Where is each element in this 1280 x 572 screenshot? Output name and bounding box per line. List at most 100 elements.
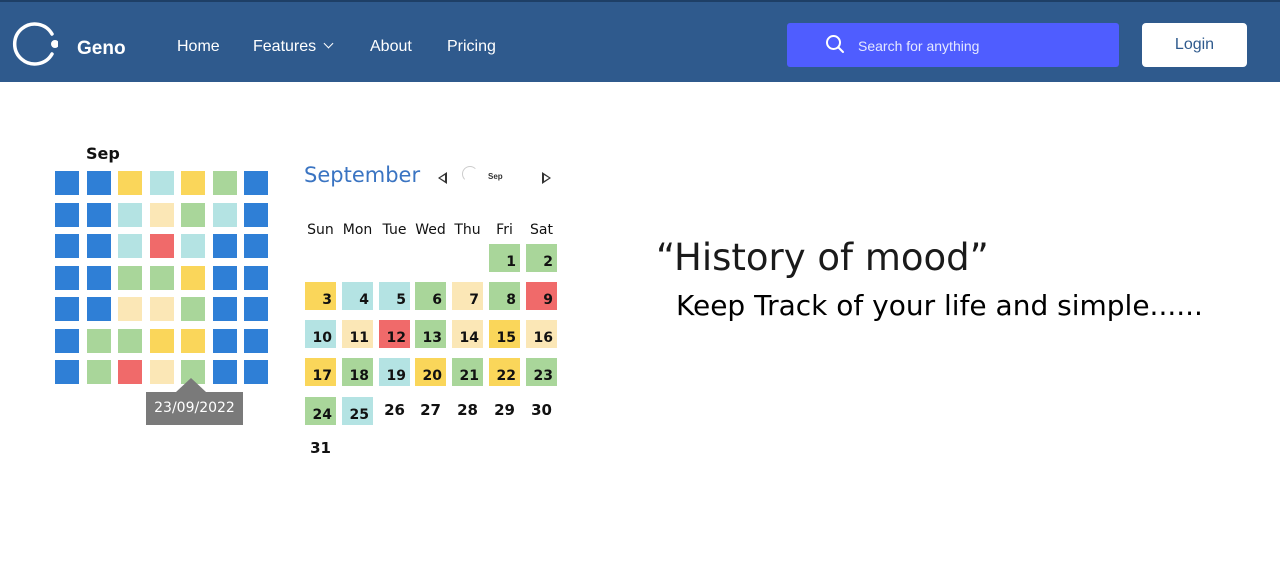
mood-cell[interactable] bbox=[212, 265, 237, 290]
weekday-label: Fri bbox=[496, 222, 513, 238]
mood-cell[interactable] bbox=[55, 328, 79, 353]
calendar-day[interactable]: 30 bbox=[526, 397, 557, 425]
mood-cell[interactable] bbox=[55, 171, 79, 195]
mood-cell[interactable] bbox=[212, 297, 237, 321]
mood-cell[interactable] bbox=[55, 265, 79, 290]
calendar-day[interactable]: 10 bbox=[305, 320, 336, 348]
calendar-day[interactable]: 23 bbox=[526, 358, 557, 386]
mood-cell[interactable] bbox=[118, 360, 142, 384]
mood-cell[interactable] bbox=[149, 328, 174, 353]
mood-cell[interactable] bbox=[86, 360, 111, 384]
nav-features-label: Features bbox=[253, 38, 317, 55]
calendar-day[interactable]: 11 bbox=[342, 320, 373, 348]
mood-cell[interactable] bbox=[86, 328, 111, 353]
mood-cell[interactable] bbox=[55, 202, 79, 227]
calendar-day[interactable]: 25 bbox=[342, 397, 373, 425]
mood-cell[interactable] bbox=[212, 234, 237, 258]
weekday-label: Mon bbox=[342, 222, 373, 238]
loading-spinner-icon bbox=[462, 166, 478, 182]
mood-cell[interactable] bbox=[181, 202, 205, 227]
mood-cell[interactable] bbox=[181, 234, 205, 258]
mood-cell[interactable] bbox=[149, 171, 174, 195]
calendar-day[interactable]: 9 bbox=[526, 282, 557, 310]
mood-cell[interactable] bbox=[244, 328, 268, 353]
calendar-day[interactable]: 5 bbox=[379, 282, 410, 310]
calendar-month-short: Sep bbox=[488, 172, 503, 181]
calendar-day[interactable]: 19 bbox=[379, 358, 410, 386]
mood-cell[interactable] bbox=[149, 202, 174, 227]
mood-cell[interactable] bbox=[212, 328, 237, 353]
mood-cell[interactable] bbox=[55, 297, 79, 321]
mood-cell[interactable] bbox=[118, 234, 142, 258]
calendar-day[interactable]: 7 bbox=[452, 282, 483, 310]
nav-features-link[interactable]: Features bbox=[253, 38, 334, 56]
calendar-day[interactable]: 14 bbox=[452, 320, 483, 348]
mood-cell[interactable] bbox=[181, 171, 205, 195]
logo-icon bbox=[13, 22, 58, 66]
mood-cell[interactable] bbox=[149, 234, 174, 258]
mood-cell[interactable] bbox=[86, 234, 111, 258]
calendar-day[interactable]: 22 bbox=[489, 358, 520, 386]
mood-cell[interactable] bbox=[244, 265, 268, 290]
calendar-day[interactable]: 2 bbox=[526, 244, 557, 272]
calendar-month-title: September bbox=[304, 163, 421, 187]
mood-cell[interactable] bbox=[244, 297, 268, 321]
mood-cell[interactable] bbox=[212, 360, 237, 384]
calendar-day[interactable]: 29 bbox=[489, 397, 520, 425]
mood-cell[interactable] bbox=[118, 328, 142, 353]
mood-cell[interactable] bbox=[244, 171, 268, 195]
mood-cell[interactable] bbox=[149, 265, 174, 290]
nav-pricing-link[interactable]: Pricing bbox=[447, 38, 496, 56]
mood-cell[interactable] bbox=[149, 297, 174, 321]
mood-cell[interactable] bbox=[181, 328, 205, 353]
search-input[interactable]: Search for anything bbox=[787, 23, 1119, 67]
calendar-day[interactable]: 27 bbox=[415, 397, 446, 425]
prev-month-icon[interactable] bbox=[438, 172, 447, 184]
mood-cell[interactable] bbox=[212, 202, 237, 227]
weekday-label: Tue bbox=[382, 222, 407, 238]
mood-cell[interactable] bbox=[55, 234, 79, 258]
mood-cell[interactable] bbox=[181, 297, 205, 321]
calendar-day[interactable]: 31 bbox=[305, 435, 336, 463]
mood-cell[interactable] bbox=[118, 265, 142, 290]
mood-cell[interactable] bbox=[86, 265, 111, 290]
mood-cell[interactable] bbox=[244, 234, 268, 258]
calendar-day[interactable]: 8 bbox=[489, 282, 520, 310]
calendar-day[interactable]: 20 bbox=[415, 358, 446, 386]
nav-home-link[interactable]: Home bbox=[177, 38, 220, 56]
mood-cell[interactable] bbox=[149, 360, 174, 384]
mood-cell[interactable] bbox=[244, 202, 268, 227]
calendar-day[interactable]: 18 bbox=[342, 358, 373, 386]
next-month-icon[interactable] bbox=[542, 172, 551, 184]
calendar-day[interactable]: 24 bbox=[305, 397, 336, 425]
mood-cell[interactable] bbox=[118, 202, 142, 227]
calendar-day[interactable]: 13 bbox=[415, 320, 446, 348]
calendar-day[interactable]: 12 bbox=[379, 320, 410, 348]
calendar-day[interactable]: 17 bbox=[305, 358, 336, 386]
calendar-day[interactable]: 28 bbox=[452, 397, 483, 425]
mood-cell[interactable] bbox=[86, 202, 111, 227]
calendar-day[interactable]: 26 bbox=[379, 397, 410, 425]
calendar-day[interactable]: 4 bbox=[342, 282, 373, 310]
mood-cell[interactable] bbox=[244, 360, 268, 384]
mood-cell[interactable] bbox=[118, 297, 142, 321]
calendar-day[interactable]: 6 bbox=[415, 282, 446, 310]
login-button[interactable]: Login bbox=[1142, 23, 1247, 67]
calendar-day[interactable]: 21 bbox=[452, 358, 483, 386]
weekday-label: Wed bbox=[415, 222, 446, 238]
calendar-day[interactable]: 3 bbox=[305, 282, 336, 310]
weekday-label: Thu bbox=[454, 222, 481, 238]
mood-cell[interactable] bbox=[212, 171, 237, 195]
calendar-day[interactable]: 1 bbox=[489, 244, 520, 272]
calendar-day[interactable]: 15 bbox=[489, 320, 520, 348]
mood-cell[interactable] bbox=[86, 297, 111, 321]
mood-cell[interactable] bbox=[55, 360, 79, 384]
weekday-label: Sun bbox=[307, 222, 334, 238]
hero-subheading: Keep Track of your life and simple...... bbox=[676, 289, 1203, 322]
mood-cell[interactable] bbox=[86, 171, 111, 195]
nav-about-link[interactable]: About bbox=[370, 38, 412, 56]
mood-cell[interactable] bbox=[181, 265, 205, 290]
mini-mood-grid bbox=[55, 171, 268, 384]
calendar-day[interactable]: 16 bbox=[526, 320, 557, 348]
mood-cell[interactable] bbox=[118, 171, 142, 195]
